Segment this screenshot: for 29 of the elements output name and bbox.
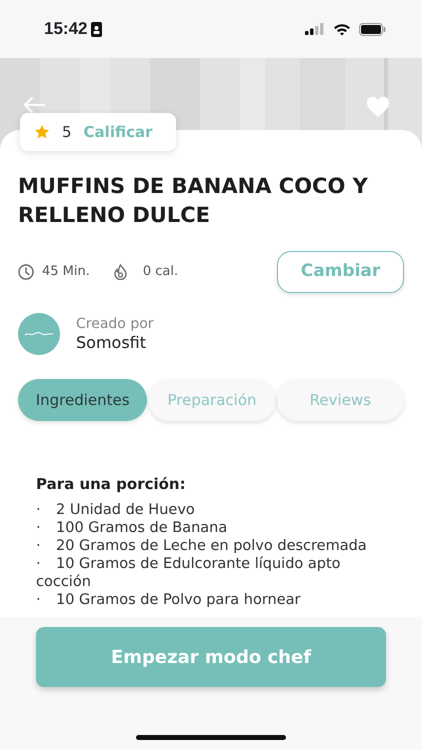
recipe-title: MUFFINS DE BANANA COCO Y RELLENO DULCE [18,173,369,230]
wifi-icon [333,22,351,36]
contact-card-icon [91,22,102,36]
star-icon [34,124,50,140]
start-chef-mode-button[interactable]: Empezar modo chef [36,627,386,687]
signal-icon [305,23,325,35]
battery-icon [359,22,386,36]
heart-icon[interactable] [366,96,390,118]
tab[interactable]: Ingredientes [18,378,148,421]
ingredient-item: · 20 Gramos de Leche en polvo descremada [36,537,368,556]
back-arrow-icon[interactable] [22,96,46,114]
created-by-label: Creado por [76,316,154,333]
calories-text: 0 cal. [142,263,178,282]
creator-name: Somosfit [76,332,148,352]
tab[interactable]: Reviews [276,378,404,421]
change-button[interactable]: Cambiar [277,250,404,293]
portion-heading: Para una porción: [36,474,187,495]
time-text: 45 Min. [42,263,90,282]
status-time: 15:42 [44,18,88,40]
avatar-icon [18,312,60,355]
ingredient-item: · 100 Gramos de Banana [36,519,228,538]
tab[interactable]: Preparación [148,378,276,421]
clock-icon [18,264,34,280]
ingredient-item: · 10 Gramos de Polvo para hornear [36,591,302,610]
rating-value: 5 [62,122,72,143]
ingredient-item: · 10 Gramos de Edulcorante líquido apto cocción [36,555,342,592]
ingredient-item: · 2 Unidad de Huevo [36,501,196,520]
rate-link[interactable]: Calificar [84,120,152,144]
flame-icon [114,264,127,280]
